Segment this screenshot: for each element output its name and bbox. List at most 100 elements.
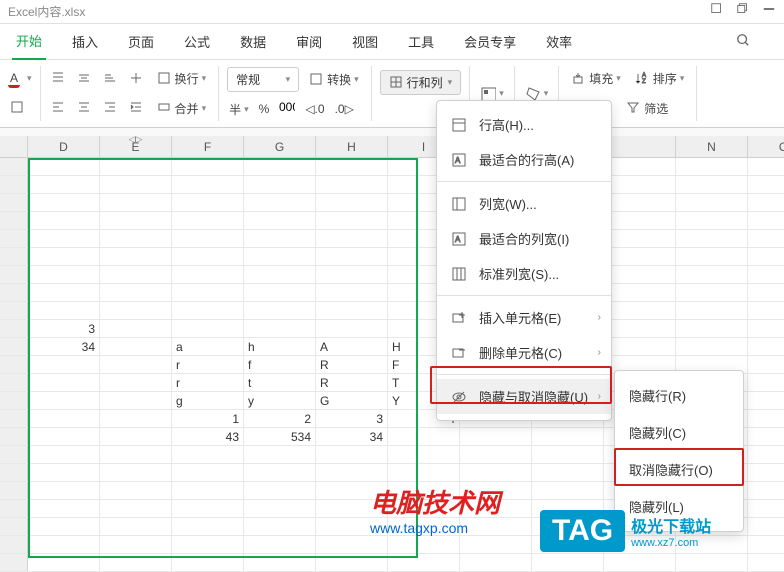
menu-row-height[interactable]: 行高(H)...	[437, 107, 611, 142]
cell[interactable]	[388, 554, 460, 571]
cell[interactable]	[172, 446, 244, 463]
cell[interactable]	[676, 302, 748, 319]
cell[interactable]	[244, 518, 316, 535]
cell[interactable]: R	[316, 374, 388, 391]
orientation-icon[interactable]	[127, 69, 147, 89]
cell[interactable]	[100, 338, 172, 355]
cell[interactable]	[100, 248, 172, 265]
cell[interactable]	[316, 302, 388, 319]
cell[interactable]	[172, 158, 244, 175]
cell[interactable]	[172, 518, 244, 535]
row-header[interactable]	[0, 338, 28, 355]
cell[interactable]	[748, 536, 784, 553]
cell[interactable]	[748, 356, 784, 373]
cell[interactable]	[676, 320, 748, 337]
cell[interactable]	[748, 320, 784, 337]
cell[interactable]	[460, 464, 532, 481]
increase-decimal-icon[interactable]: ◁.0	[303, 100, 326, 118]
cell[interactable]	[244, 536, 316, 553]
col-header[interactable]	[604, 136, 676, 157]
cell[interactable]	[100, 554, 172, 571]
cell[interactable]	[316, 212, 388, 229]
sort-button[interactable]: AZ排序▾	[631, 67, 689, 90]
cell[interactable]: t	[244, 374, 316, 391]
cell[interactable]	[172, 194, 244, 211]
cell[interactable]: y	[244, 392, 316, 409]
rows-cols-button[interactable]: 行和列▾	[380, 70, 462, 95]
tab-tools[interactable]: 工具	[404, 24, 438, 59]
cell[interactable]	[748, 212, 784, 229]
cell[interactable]	[100, 320, 172, 337]
cell[interactable]	[28, 284, 100, 301]
cell[interactable]	[100, 158, 172, 175]
cell[interactable]	[460, 446, 532, 463]
percent-icon[interactable]: %	[257, 100, 272, 118]
cell[interactable]	[172, 320, 244, 337]
cell[interactable]	[100, 266, 172, 283]
indent-icon[interactable]	[127, 98, 147, 118]
search-button[interactable]	[732, 29, 754, 54]
cell[interactable]	[172, 212, 244, 229]
cell[interactable]	[676, 284, 748, 301]
dropdown-caret[interactable]: ▾	[27, 73, 32, 84]
cell[interactable]: 3	[316, 410, 388, 427]
cell[interactable]	[28, 446, 100, 463]
cell[interactable]	[28, 248, 100, 265]
cell[interactable]	[28, 194, 100, 211]
cell[interactable]	[100, 302, 172, 319]
row-header[interactable]	[0, 356, 28, 373]
menu-delete-cells[interactable]: 删除单元格(C)›	[437, 335, 611, 370]
cell[interactable]	[172, 284, 244, 301]
cell[interactable]	[100, 410, 172, 427]
cell[interactable]: r	[172, 356, 244, 373]
fill-button[interactable]: 填充▾	[567, 67, 625, 90]
filter-button[interactable]: 筛选	[622, 97, 672, 120]
cell[interactable]	[28, 482, 100, 499]
cell[interactable]	[604, 338, 676, 355]
cell[interactable]	[100, 500, 172, 517]
col-header[interactable]: D	[28, 136, 100, 157]
cell[interactable]	[604, 158, 676, 175]
cell[interactable]	[748, 284, 784, 301]
cell[interactable]	[28, 410, 100, 427]
cell[interactable]	[532, 464, 604, 481]
cell[interactable]	[244, 302, 316, 319]
align-left-icon[interactable]	[49, 98, 69, 118]
cell[interactable]	[100, 518, 172, 535]
number-format-select[interactable]: 常规▾	[227, 67, 299, 92]
tab-view[interactable]: 视图	[348, 24, 382, 59]
cell[interactable]	[172, 248, 244, 265]
cell[interactable]	[604, 302, 676, 319]
cell[interactable]	[316, 464, 388, 481]
row-header[interactable]	[0, 248, 28, 265]
cell[interactable]	[748, 518, 784, 535]
cell[interactable]: h	[244, 338, 316, 355]
cell[interactable]	[244, 464, 316, 481]
tab-review[interactable]: 审阅	[292, 24, 326, 59]
cell[interactable]: 2	[244, 410, 316, 427]
row-header[interactable]	[0, 446, 28, 463]
cell[interactable]: r	[172, 374, 244, 391]
comma-icon[interactable]: 000	[277, 99, 297, 119]
cell[interactable]	[100, 212, 172, 229]
cell[interactable]	[748, 158, 784, 175]
cell[interactable]	[28, 176, 100, 193]
cell[interactable]	[748, 446, 784, 463]
align-middle-icon[interactable]	[75, 69, 95, 89]
cell[interactable]	[100, 356, 172, 373]
cell[interactable]	[244, 500, 316, 517]
cell[interactable]	[316, 176, 388, 193]
menu-hide-unhide[interactable]: 隐藏与取消隐藏(U)›	[437, 379, 611, 414]
cell[interactable]	[748, 248, 784, 265]
cell[interactable]	[316, 284, 388, 301]
cell[interactable]: 3	[28, 320, 100, 337]
row-header[interactable]	[0, 158, 28, 175]
cell[interactable]	[100, 230, 172, 247]
cell[interactable]	[676, 194, 748, 211]
cell[interactable]	[28, 536, 100, 553]
cell[interactable]	[316, 266, 388, 283]
tab-member[interactable]: 会员专享	[460, 24, 520, 59]
cell[interactable]	[100, 284, 172, 301]
col-header[interactable]: H	[316, 136, 388, 157]
cell[interactable]	[388, 446, 460, 463]
